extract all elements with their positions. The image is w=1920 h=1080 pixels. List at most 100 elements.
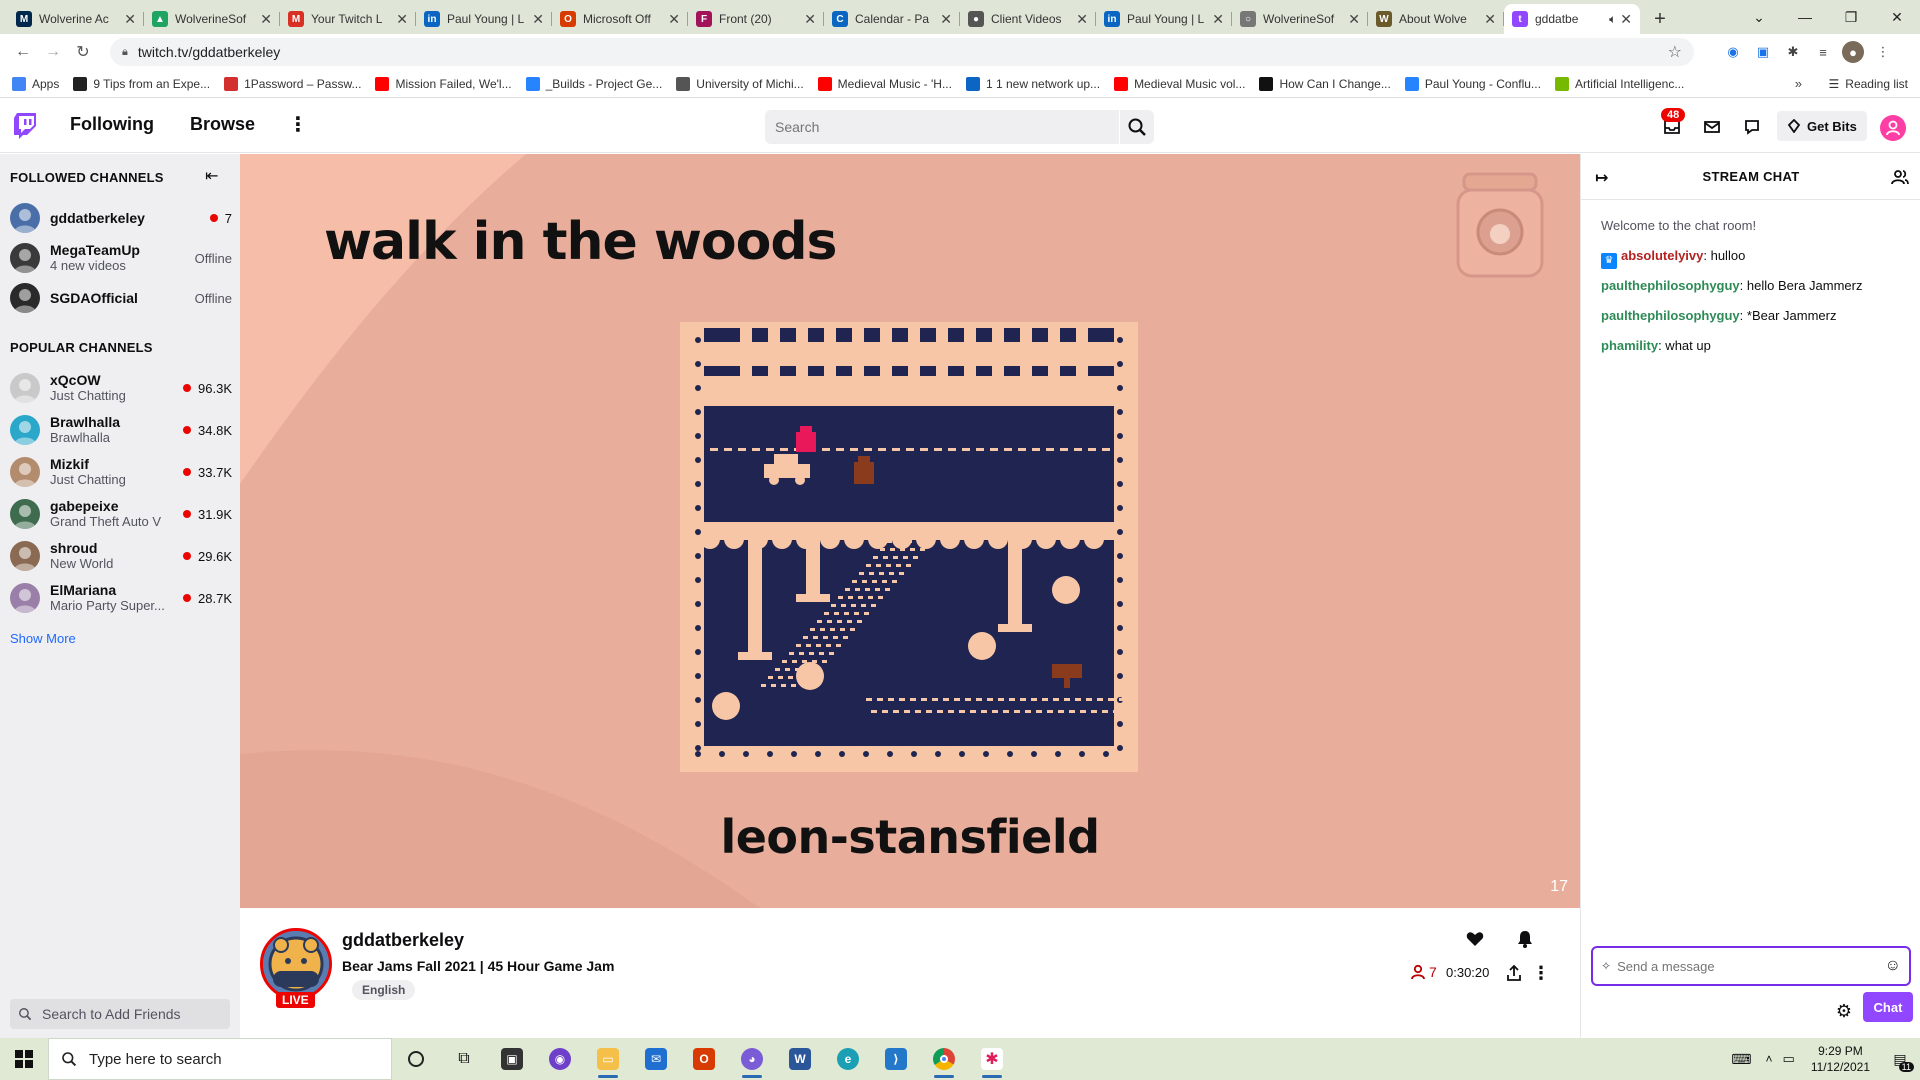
keyboard-icon[interactable]: ⌨	[1731, 1051, 1751, 1068]
tab-close-icon[interactable]: ✕	[804, 11, 816, 28]
close-window-button[interactable]: ✕	[1874, 0, 1920, 34]
tab-close-icon[interactable]: ✕	[1348, 11, 1360, 28]
chat-settings-button[interactable]: ⚙	[1833, 1000, 1855, 1022]
taskbar-github-desktop[interactable]: ◉	[536, 1038, 584, 1080]
tab-close-icon[interactable]: ✕	[1620, 11, 1632, 28]
collapse-chat-icon[interactable]: ↦	[1595, 168, 1609, 188]
follow-button[interactable]	[1460, 924, 1490, 954]
taskbar-slack[interactable]: ✱	[968, 1038, 1016, 1080]
chat-username[interactable]: paulthephilosophyguy	[1601, 278, 1740, 293]
tab-search-icon[interactable]: ⌄	[1736, 0, 1782, 34]
browser-menu-icon[interactable]: ⋮	[1872, 41, 1894, 63]
url-bar[interactable]: 🔒︎ twitch.tv/gddatberkeley ☆	[110, 38, 1694, 66]
bookmark-item[interactable]: Artificial Intelligenc...	[1554, 76, 1684, 91]
bookmark-item[interactable]: University of Michi...	[676, 76, 804, 91]
bookmark-item[interactable]: 1 1 new network up...	[965, 76, 1100, 91]
sidebar-channel-item[interactable]: gabepeixe Grand Theft Auto V 31.9K	[10, 494, 232, 534]
task-view-button[interactable]: ⧉	[440, 1038, 488, 1080]
browser-tab[interactable]: F Front (20) ✕	[688, 4, 824, 34]
bookmark-star-icon[interactable]: ☆	[1668, 42, 1682, 62]
tab-close-icon[interactable]: ✕	[1212, 11, 1224, 28]
chat-message-input[interactable]	[1617, 958, 1885, 974]
notifications-bell-button[interactable]	[1510, 924, 1540, 954]
tab-close-icon[interactable]: ✕	[1484, 11, 1496, 28]
sidebar-channel-item[interactable]: MegaTeamUp 4 new videos Offline	[10, 238, 232, 278]
channel-name[interactable]: gddatberkeley	[342, 930, 464, 951]
taskbar-chrome[interactable]	[920, 1038, 968, 1080]
bookmark-item[interactable]: 9 Tips from an Expe...	[73, 76, 210, 91]
back-button[interactable]: ←	[8, 37, 38, 67]
sidebar-channel-item[interactable]: Brawlhalla Brawlhalla 34.8K	[10, 410, 232, 450]
taskbar-search-box[interactable]: Type here to search	[48, 1038, 392, 1080]
emote-picker-icon[interactable]: ☺	[1885, 957, 1901, 975]
chat-username[interactable]: phamility	[1601, 338, 1658, 353]
taskbar-word[interactable]: W	[776, 1038, 824, 1080]
get-bits-button[interactable]: Get Bits	[1777, 111, 1867, 141]
browser-tab[interactable]: t gddatbe 🔈︎ ✕	[1504, 4, 1640, 34]
sidebar-channel-item[interactable]: SGDAOfficial Offline	[10, 278, 232, 318]
browser-tab[interactable]: ● Client Videos ✕	[960, 4, 1096, 34]
chat-send-button[interactable]: Chat	[1863, 992, 1913, 1022]
taskbar-store[interactable]: ▣	[488, 1038, 536, 1080]
tray-chevron-up-icon[interactable]: ˄	[1766, 1052, 1773, 1066]
screen-capture-extension-icon[interactable]: ▣	[1752, 41, 1774, 63]
more-options-icon[interactable]: ⋮	[1532, 962, 1550, 984]
restore-button[interactable]: ❐	[1828, 0, 1874, 34]
bookmark-item[interactable]: Apps	[12, 76, 59, 91]
bookmark-item[interactable]: 1Password – Passw...	[224, 76, 361, 91]
show-more-link[interactable]: Show More	[10, 631, 76, 646]
start-button[interactable]	[0, 1038, 48, 1080]
following-link[interactable]: Following	[70, 114, 154, 135]
browser-tab[interactable]: M Your Twitch L ✕	[280, 4, 416, 34]
1password-extension-icon[interactable]: ◉	[1722, 41, 1744, 63]
streamer-avatar[interactable]	[260, 928, 332, 1000]
extensions-puzzle-icon[interactable]: ✱	[1782, 41, 1804, 63]
taskbar-vscode[interactable]: ⟩	[872, 1038, 920, 1080]
tab-close-icon[interactable]: ✕	[940, 11, 952, 28]
browser-tab[interactable]: in Paul Young | L ✕	[1096, 4, 1232, 34]
tab-audio-icon[interactable]: 🔈︎	[1609, 12, 1616, 27]
language-tag[interactable]: English	[352, 980, 416, 1000]
forward-button[interactable]: →	[38, 37, 68, 67]
new-tab-button[interactable]: +	[1646, 4, 1674, 34]
browse-link[interactable]: Browse	[190, 114, 255, 135]
browser-tab[interactable]: M Wolverine Ac ✕	[8, 4, 144, 34]
minimize-button[interactable]: —	[1782, 0, 1828, 34]
taskbar-office[interactable]: O	[680, 1038, 728, 1080]
bookmark-item[interactable]: Paul Young - Conflu...	[1404, 76, 1541, 91]
reload-button[interactable]: ↻	[68, 37, 98, 67]
browser-tab[interactable]: C Calendar - Pa ✕	[824, 4, 960, 34]
bookmark-item[interactable]: Medieval Music - 'H...	[817, 76, 952, 91]
collapse-sidebar-icon[interactable]: ⇤	[205, 166, 218, 186]
search-input[interactable]	[765, 110, 1119, 144]
whispers-button[interactable]	[1701, 116, 1723, 138]
sidebar-channel-item[interactable]: ElMariana Mario Party Super... 28.7K	[10, 578, 232, 618]
chat-username[interactable]: absolutelyivy	[1621, 248, 1703, 263]
bookmark-item[interactable]: Medieval Music vol...	[1114, 76, 1245, 91]
bits-sparkle-icon[interactable]: ✧	[1601, 959, 1611, 973]
browser-tab[interactable]: O Microsoft Off ✕	[552, 4, 688, 34]
browser-tab[interactable]: in Paul Young | L ✕	[416, 4, 552, 34]
tab-close-icon[interactable]: ✕	[260, 11, 272, 28]
tab-close-icon[interactable]: ✕	[668, 11, 680, 28]
sidebar-channel-item[interactable]: Mizkif Just Chatting 33.7K	[10, 452, 232, 492]
browser-tab[interactable]: ▲ WolverineSof ✕	[144, 4, 280, 34]
bookmark-item[interactable]: Mission Failed, We'l...	[375, 76, 512, 91]
search-friends-input[interactable]: Search to Add Friends	[10, 999, 230, 1029]
more-menu-icon[interactable]: ⋮	[288, 112, 308, 137]
chat-username[interactable]: paulthephilosophyguy	[1601, 308, 1740, 323]
activity-feed-button[interactable]	[1741, 116, 1763, 138]
bookmark-item[interactable]: How Can I Change...	[1259, 76, 1391, 91]
user-avatar[interactable]	[1880, 115, 1906, 141]
tab-close-icon[interactable]: ✕	[1076, 11, 1088, 28]
browser-tab[interactable]: ○ WolverineSof ✕	[1232, 4, 1368, 34]
share-button[interactable]	[1503, 962, 1525, 984]
taskbar-discord[interactable]: ◕	[728, 1038, 776, 1080]
bookmark-item[interactable]: _Builds - Project Ge...	[525, 76, 662, 91]
twitch-logo-icon[interactable]	[14, 113, 38, 139]
sidebar-channel-item[interactable]: shroud New World 29.6K	[10, 536, 232, 576]
more-bookmarks-chevron-icon[interactable]: »	[1795, 76, 1802, 91]
reading-list-button[interactable]: ☰ Reading list	[1829, 77, 1908, 91]
action-center-button[interactable]: ▤ 11	[1880, 1038, 1920, 1080]
sidebar-channel-item[interactable]: gddatberkeley 7	[10, 198, 232, 238]
